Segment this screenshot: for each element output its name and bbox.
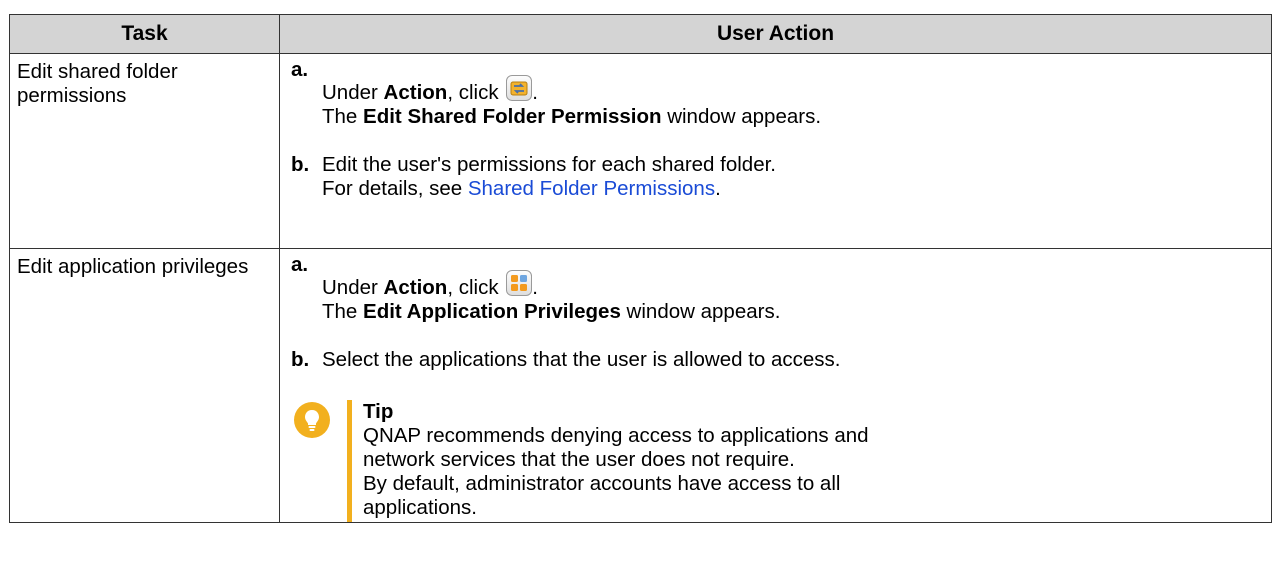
column-header-user-action: User Action bbox=[279, 14, 1272, 54]
tip-title: Tip bbox=[363, 400, 394, 423]
step-letter: a. bbox=[291, 253, 309, 276]
shared-folder-permissions-link[interactable]: Shared Folder Permissions bbox=[468, 177, 715, 200]
step-text: window appears. bbox=[661, 105, 822, 128]
task-table: Task User Action Edit shared folder perm… bbox=[9, 14, 1272, 523]
step-text: Under bbox=[322, 276, 384, 299]
action-label: Action bbox=[383, 81, 448, 104]
step-text: window appears. bbox=[620, 300, 781, 323]
task-cell: Edit application privileges bbox=[9, 248, 280, 523]
table-row: Edit shared folder permissions a. Under … bbox=[9, 53, 1272, 249]
step-text: The bbox=[322, 300, 364, 323]
tip-text: QNAP recommends denying access to applic… bbox=[363, 424, 869, 447]
step-text: . bbox=[715, 177, 721, 200]
step-b: b. Edit the user's permissions for each … bbox=[291, 153, 1261, 201]
user-action-cell: a. Under Action, click . The Edit Shared… bbox=[279, 53, 1272, 249]
tip-text: applications. bbox=[363, 496, 477, 519]
tip-accent-bar bbox=[347, 400, 352, 522]
step-letter: b. bbox=[291, 348, 310, 371]
step-text: . bbox=[532, 276, 538, 299]
folder-permission-icon bbox=[506, 75, 533, 101]
step-text: , click bbox=[447, 81, 505, 104]
step-text: , click bbox=[447, 276, 505, 299]
step-text: . bbox=[532, 81, 538, 104]
table-header-row: Task User Action bbox=[9, 14, 1272, 54]
step-text: Edit the user's permissions for each sha… bbox=[322, 153, 777, 176]
tip-callout: Tip QNAP recommends denying access to ap… bbox=[291, 400, 1261, 522]
step-text: The bbox=[322, 105, 364, 128]
tip-text: network services that the user does not … bbox=[363, 448, 795, 471]
table-row: Edit application privileges a. Under Act… bbox=[9, 248, 1272, 523]
task-cell: Edit shared folder permissions bbox=[9, 53, 280, 249]
step-letter: a. bbox=[291, 58, 309, 81]
step-a: a. Under Action, click . The Edit Applic… bbox=[291, 253, 1261, 324]
window-name: Edit Application Privileges bbox=[363, 300, 621, 323]
step-text: Select the applications that the user is… bbox=[322, 348, 841, 371]
step-b: b. Select the applications that the user… bbox=[291, 348, 1261, 372]
action-label: Action bbox=[383, 276, 448, 299]
lightbulb-icon bbox=[294, 402, 330, 438]
step-text: For details, see bbox=[322, 177, 468, 200]
user-action-cell: a. Under Action, click . The Edit Applic… bbox=[279, 248, 1272, 523]
step-a: a. Under Action, click . The Edit Shared… bbox=[291, 58, 1261, 129]
step-text: Under bbox=[322, 81, 384, 104]
window-name: Edit Shared Folder Permission bbox=[363, 105, 662, 128]
application-privileges-icon bbox=[506, 270, 533, 296]
tip-body: Tip QNAP recommends denying access to ap… bbox=[363, 400, 869, 520]
column-header-task: Task bbox=[9, 14, 280, 54]
tip-text: By default, administrator accounts have … bbox=[363, 472, 841, 495]
step-letter: b. bbox=[291, 153, 310, 176]
